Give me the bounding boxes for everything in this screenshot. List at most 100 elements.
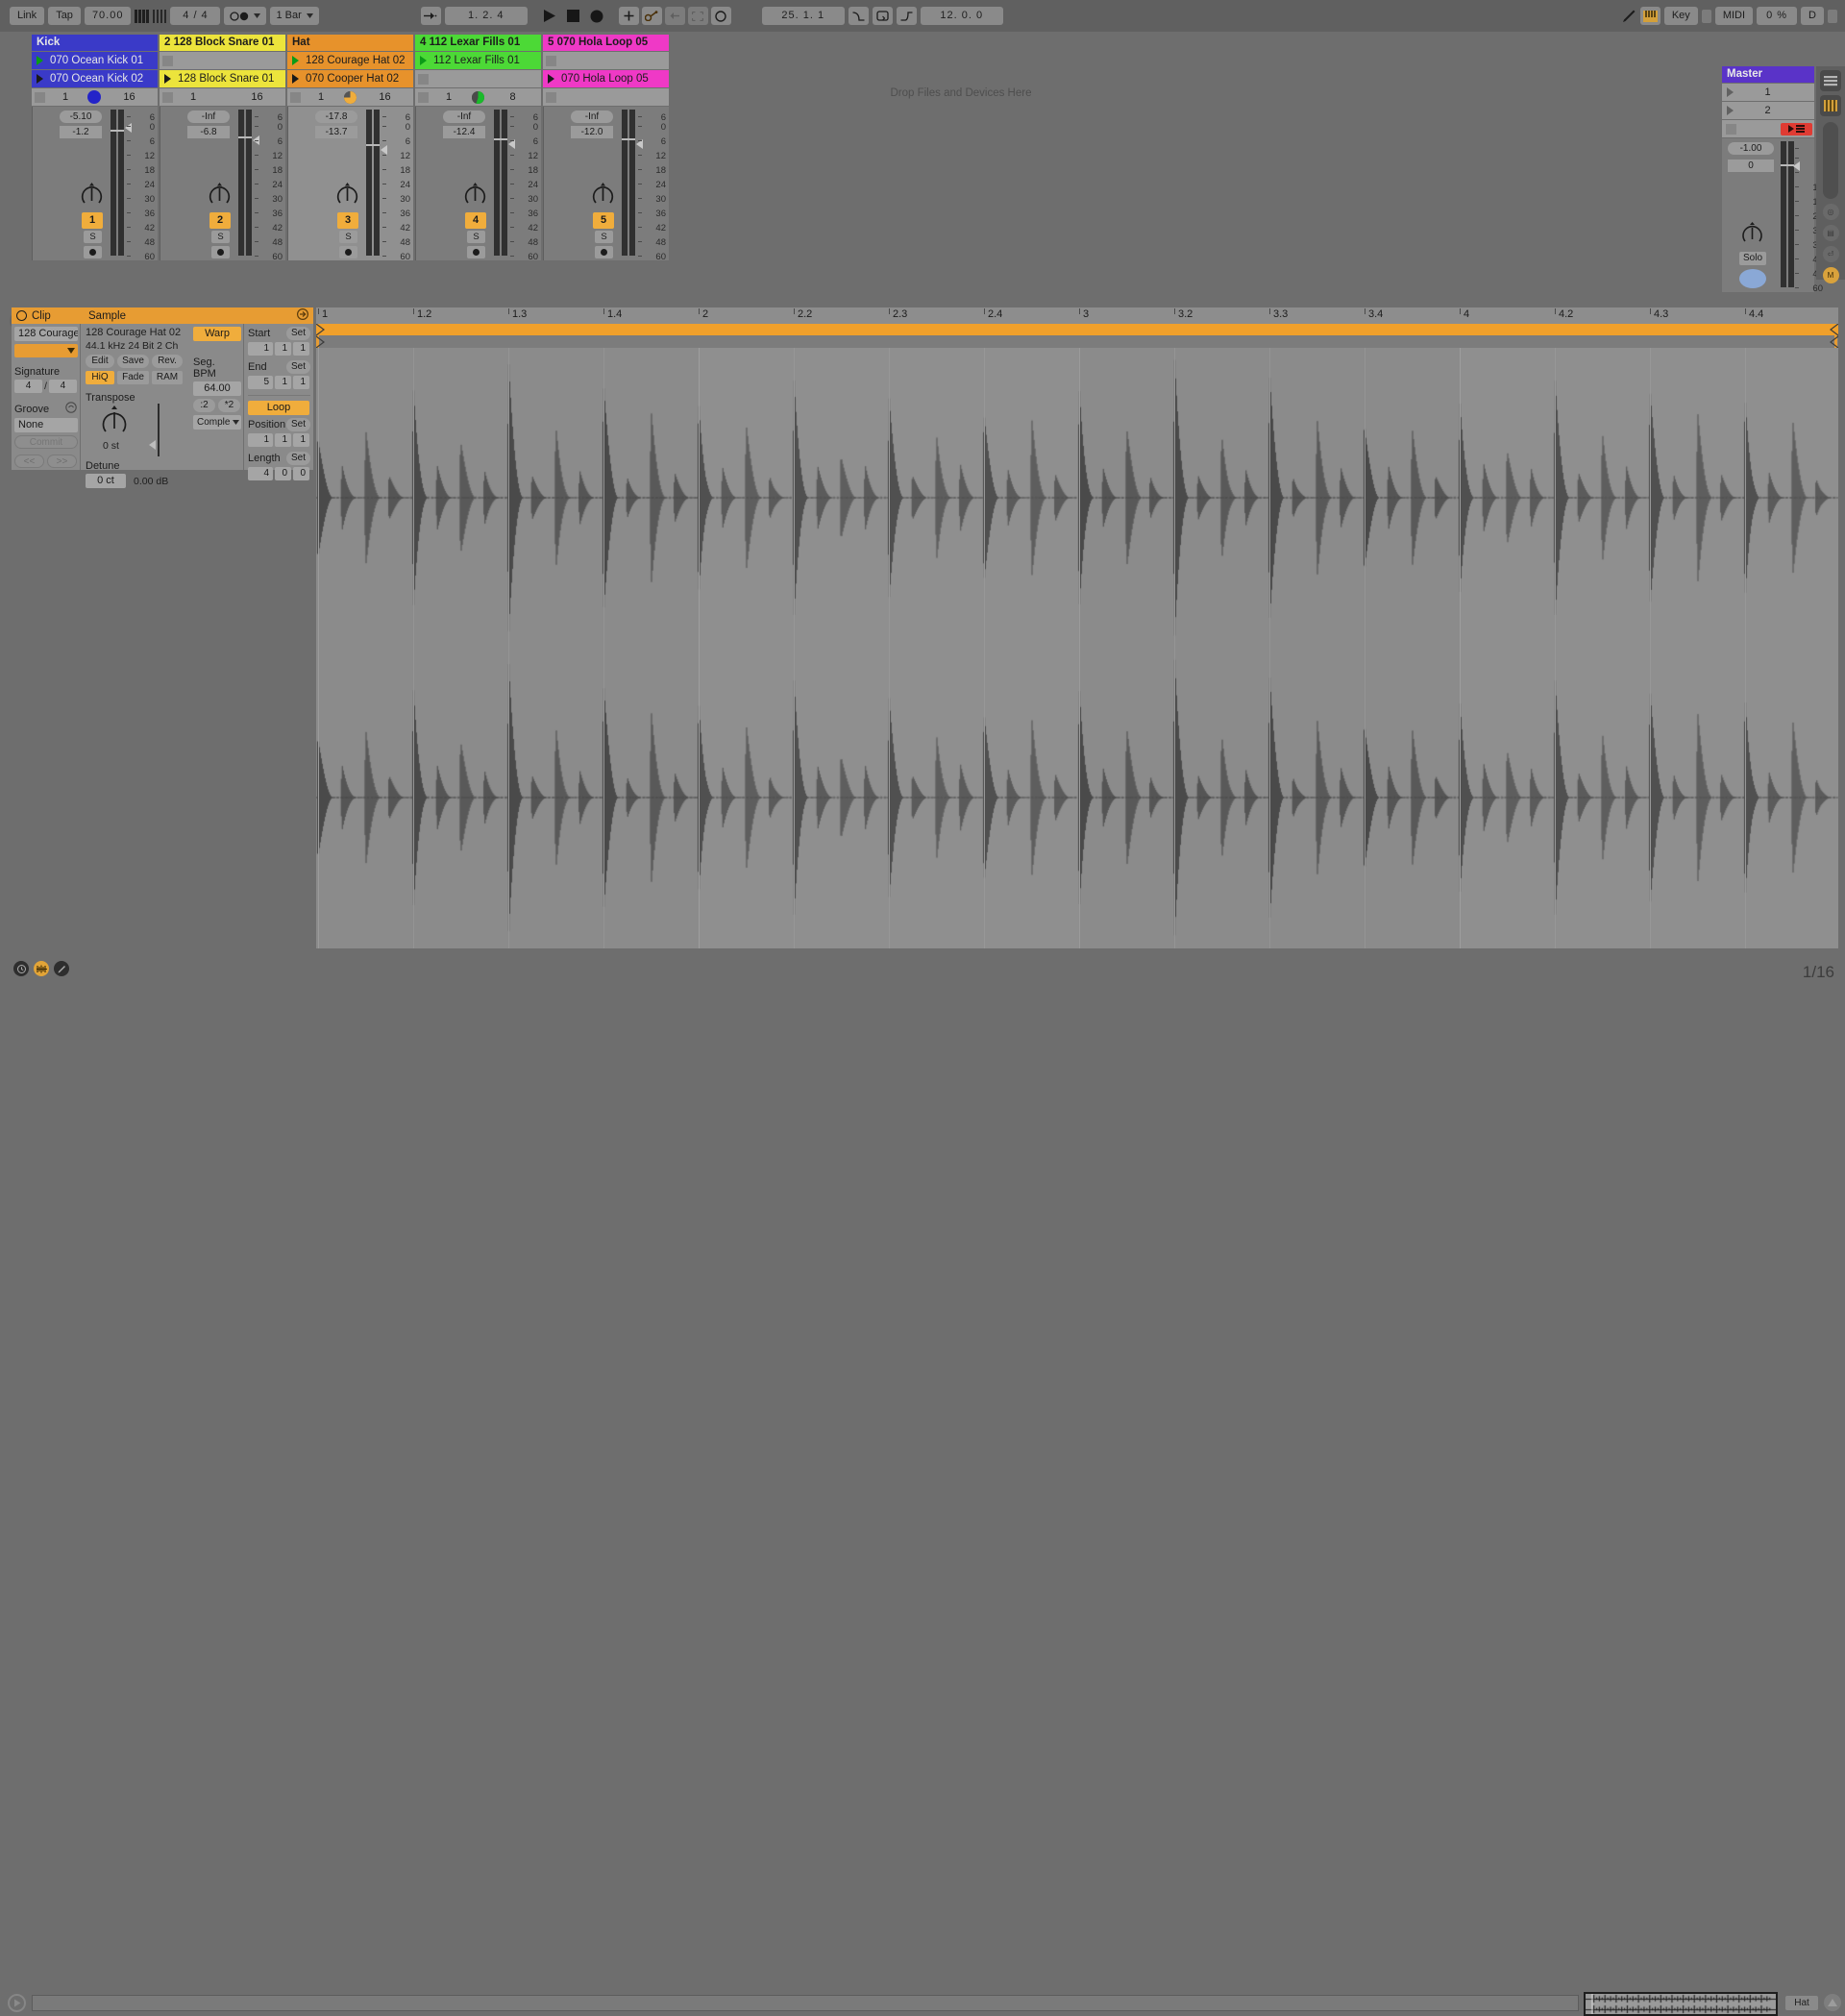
- track-title[interactable]: 2 128 Block Snare 01: [160, 35, 285, 51]
- loop-brace[interactable]: [316, 324, 1838, 335]
- gain-slider-handle[interactable]: [149, 440, 156, 450]
- clip-slot[interactable]: 112 Lexar Fills 01: [415, 52, 541, 69]
- piano-keys-icon[interactable]: [1820, 95, 1841, 116]
- play-icon[interactable]: [1722, 87, 1738, 97]
- clip-slot-empty[interactable]: [415, 70, 541, 87]
- loop-toggle-icon[interactable]: [872, 7, 893, 25]
- volume-display[interactable]: -Inf: [187, 111, 230, 123]
- warp-marker-bar[interactable]: [316, 335, 1838, 348]
- launch-icon[interactable]: [543, 70, 559, 87]
- back-to-arrangement-icon[interactable]: [664, 7, 685, 25]
- volume-display[interactable]: -Inf: [443, 111, 485, 123]
- position-bar[interactable]: 1: [248, 433, 273, 447]
- next-clip-button[interactable]: >>: [47, 455, 77, 468]
- play-icon[interactable]: [8, 1994, 26, 2012]
- stop-button[interactable]: [35, 91, 45, 103]
- clip-slot[interactable]: 128 Block Snare 01: [160, 70, 285, 87]
- start-set-button[interactable]: Set: [286, 327, 310, 340]
- pan-knob[interactable]: [79, 182, 105, 208]
- clip-slot-empty[interactable]: [543, 52, 669, 69]
- groove-select[interactable]: None: [14, 418, 78, 432]
- play-icon[interactable]: [32, 52, 48, 69]
- waveform-display[interactable]: [316, 348, 1838, 948]
- master-track-title[interactable]: Master: [1722, 66, 1814, 83]
- groove-pool-icon[interactable]: [65, 402, 77, 416]
- unfold-device-icon[interactable]: [296, 307, 309, 323]
- seg-bpm-value[interactable]: 64.00: [193, 381, 241, 396]
- fade-in-icon[interactable]: [848, 7, 869, 25]
- pan-display[interactable]: -12.4: [443, 126, 485, 138]
- play-icon[interactable]: [1722, 106, 1738, 115]
- computer-midi-keyboard-icon[interactable]: [1639, 7, 1660, 25]
- pan-display[interactable]: -6.8: [187, 126, 230, 138]
- track-activator[interactable]: 2: [209, 212, 231, 229]
- clip-slot[interactable]: 070 Ocean Kick 01: [32, 52, 158, 69]
- master-volume-display[interactable]: -1.00: [1728, 142, 1774, 155]
- master-solo-button[interactable]: Solo: [1739, 252, 1766, 265]
- launch-quantization-dial[interactable]: [343, 90, 357, 104]
- pan-display[interactable]: -1.2: [60, 126, 102, 138]
- stop-button[interactable]: [162, 91, 173, 103]
- signature-numerator[interactable]: 4: [14, 380, 43, 393]
- tempo-field[interactable]: 70.00: [84, 7, 132, 25]
- groove-pool-icon[interactable]: [34, 961, 49, 976]
- stop-button[interactable]: [546, 55, 556, 66]
- crossfader-icon[interactable]: [1824, 1994, 1841, 2011]
- drop-area[interactable]: [673, 70, 1716, 277]
- stop-button[interactable]: [546, 91, 556, 103]
- detune-value[interactable]: 0 ct: [86, 474, 126, 488]
- scrollbar-track[interactable]: [1823, 122, 1838, 199]
- arm-record-button[interactable]: [84, 246, 102, 258]
- sample-panel-header[interactable]: Sample: [81, 307, 313, 324]
- ram-button[interactable]: RAM: [152, 371, 183, 384]
- track-activator[interactable]: 3: [337, 212, 358, 229]
- end-bar[interactable]: 5: [248, 376, 273, 389]
- track-title[interactable]: Hat: [287, 35, 413, 51]
- arm-record-button[interactable]: [211, 246, 230, 258]
- fade-out-icon[interactable]: [896, 7, 917, 25]
- start-beat[interactable]: 1: [275, 342, 291, 356]
- metronome-icon[interactable]: [135, 9, 149, 23]
- solo-button[interactable]: S: [211, 231, 230, 243]
- end-set-button[interactable]: Set: [286, 360, 310, 374]
- stop-button[interactable]: [162, 55, 173, 66]
- master-pan-knob[interactable]: [1739, 220, 1765, 246]
- stop-icon[interactable]: [566, 10, 579, 22]
- clip-panel-header[interactable]: Clip: [12, 307, 81, 324]
- end-sixteenth[interactable]: 1: [293, 376, 309, 389]
- follow-button[interactable]: [224, 7, 267, 25]
- crossfader-knob[interactable]: [1739, 269, 1766, 288]
- warp-button[interactable]: Warp: [193, 327, 241, 341]
- launch-icon[interactable]: [287, 70, 304, 87]
- arm-record-button[interactable]: [595, 246, 613, 258]
- launch-quantization-dial[interactable]: [471, 90, 484, 104]
- pan-display[interactable]: -12.0: [571, 126, 613, 138]
- return-icon[interactable]: ⏎: [1822, 246, 1839, 262]
- pan-knob[interactable]: [207, 182, 233, 208]
- position-beat[interactable]: 1: [275, 433, 291, 447]
- track-list-icon[interactable]: [1820, 70, 1841, 91]
- add-locator-button[interactable]: [618, 7, 639, 25]
- length-set-button[interactable]: Set: [286, 452, 310, 465]
- half-tempo-button[interactable]: :2: [193, 399, 215, 412]
- loop-end-handle[interactable]: [1830, 323, 1839, 349]
- volume-display[interactable]: -17.8: [315, 111, 357, 123]
- volume-display[interactable]: -5.10: [60, 111, 102, 123]
- solo-button[interactable]: S: [84, 231, 102, 243]
- track-title[interactable]: 4 112 Lexar Fills 01: [415, 35, 541, 51]
- start-sixteenth[interactable]: 1: [293, 342, 309, 356]
- arrangement-position-field[interactable]: 1. 2. 4: [444, 7, 528, 25]
- midi-arm-icon[interactable]: [710, 7, 731, 25]
- start-bar[interactable]: 1: [248, 342, 273, 356]
- launch-icon[interactable]: [160, 70, 176, 87]
- master-send-row[interactable]: 1: [1722, 84, 1814, 101]
- track-activator[interactable]: 5: [593, 212, 614, 229]
- stop-button[interactable]: [418, 91, 429, 103]
- length-sixteenths[interactable]: 0: [293, 467, 309, 480]
- pencil-icon[interactable]: [54, 961, 69, 976]
- clip-slot[interactable]: 070 Cooper Hat 02: [287, 70, 413, 87]
- hiq-button[interactable]: HiQ: [86, 371, 114, 384]
- loop-start-field[interactable]: 25. 1. 1: [761, 7, 845, 25]
- launch-quantization-dial[interactable]: [87, 90, 101, 104]
- clip-overview[interactable]: [1584, 1992, 1778, 2016]
